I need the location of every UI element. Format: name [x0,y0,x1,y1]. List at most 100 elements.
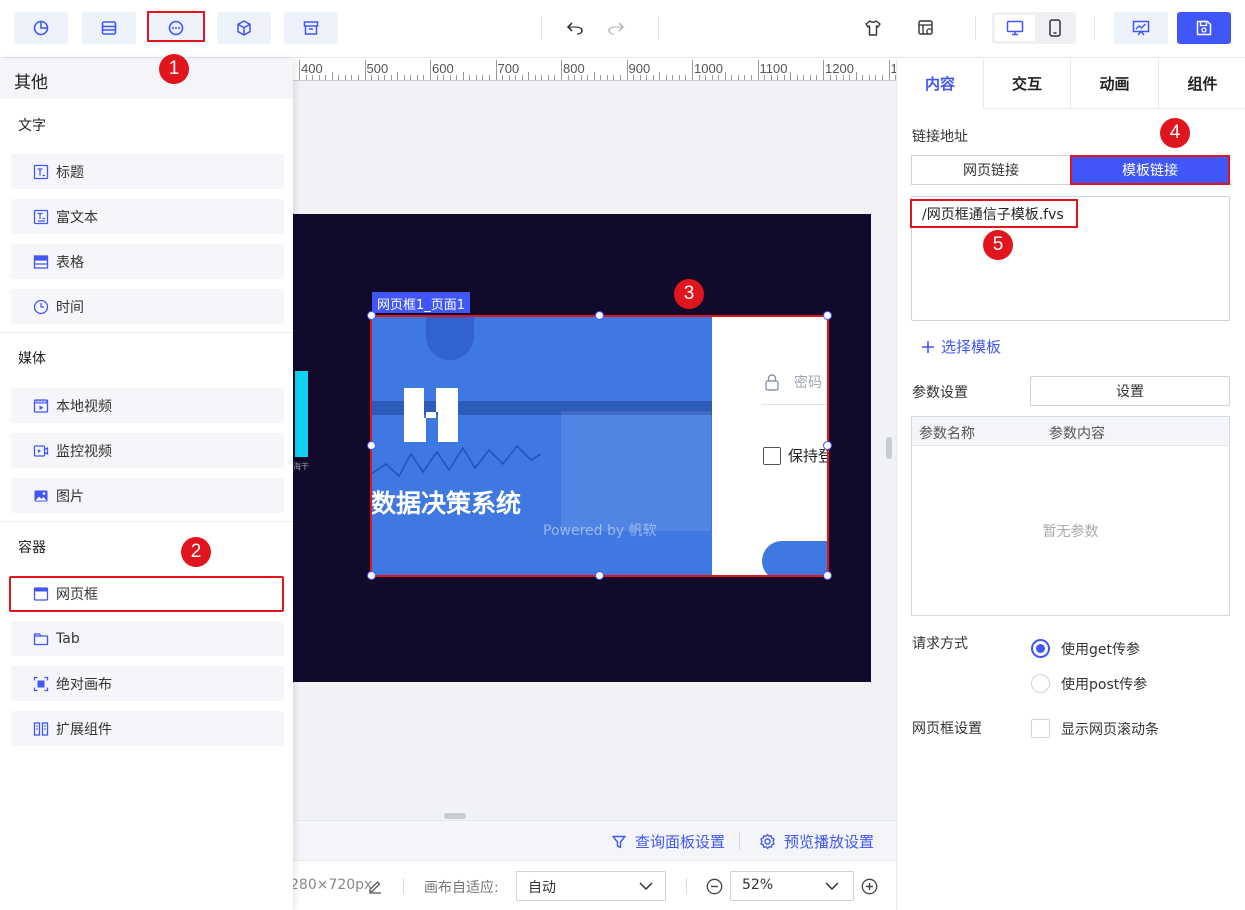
component-label: 表格 [56,254,84,271]
resize-handle[interactable] [823,441,832,450]
web-link-option[interactable]: 网页链接 [911,155,1071,185]
tab-animation[interactable]: 动画 [1070,59,1158,109]
ruler-tick [469,75,471,80]
section-title-media: 媒体 [18,351,46,367]
mobile-mode-button[interactable] [1038,15,1072,41]
component-table[interactable]: 表格 [11,244,284,279]
plus-icon [922,340,934,353]
annotation-box-other-button [147,11,205,42]
ruler-tick [384,75,386,80]
theme-button[interactable] [846,12,900,44]
annotation-badge-5: 5 [983,230,1013,260]
query-panel-settings-link[interactable]: 查询面板设置 [611,831,725,852]
redo-button[interactable] [589,12,643,44]
toolbar-divider [975,16,976,40]
ruler-tick [528,72,530,80]
resize-handle[interactable] [367,571,376,580]
ruler-tick [495,60,497,80]
component-absolute-canvas[interactable]: 绝对画布 [11,666,284,701]
ruler-tick [672,75,674,80]
component-local-video[interactable]: 本地视频 [11,388,284,423]
ruler-tick [403,75,405,80]
edit-size-button[interactable] [367,878,383,894]
component-time[interactable]: 时间 [11,289,284,324]
ruler-tick [475,75,477,80]
param-settings-button[interactable]: 设置 [1030,376,1230,406]
component-image[interactable]: 图片 [11,478,284,513]
ruler-tick [600,75,602,80]
component-webframe[interactable]: 网页框 [9,576,284,612]
ruler-tick [547,75,549,80]
zoom-in-button[interactable] [861,878,878,895]
chevron-down-icon [825,882,839,891]
ruler-tick [587,75,589,80]
ruler-tick [770,75,772,80]
save-button[interactable] [1177,12,1231,44]
archive-box-icon [303,21,319,35]
zoom-select[interactable]: 52% [730,871,854,901]
canvas-vertical-scrollbar[interactable] [886,437,892,459]
ruler-label: 800 [563,61,585,76]
preview-button[interactable] [1114,12,1168,44]
component-monitor-video[interactable]: 监控视频 [11,433,284,468]
preview-playback-settings-link[interactable]: 预览播放设置 [759,831,874,852]
ruler-tick [305,75,307,80]
ruler-tick [678,75,680,80]
fit-mode-select[interactable]: 自动 [516,871,666,901]
ruler-tick [377,75,379,80]
ruler-label: 700 [497,61,520,76]
component-rich-text[interactable]: 富文本 [11,199,284,234]
ruler-tick [809,75,811,80]
ruler-tick [783,75,785,80]
component-extension[interactable]: 扩展组件 [11,711,284,746]
tab-interaction[interactable]: 交互 [983,59,1070,109]
resize-handle[interactable] [823,311,832,320]
ruler-tick [757,60,759,80]
browser-window-icon [33,587,49,601]
template-path-textarea[interactable]: /网页框通信子模板.fvs [910,196,1230,321]
device-switch [992,12,1076,44]
template-link-option[interactable]: 模板链接 [1070,155,1230,185]
ruler-tick [397,72,399,80]
undo-icon [566,22,583,35]
choose-template-link[interactable]: 选择模板 [921,336,1001,357]
post-method-radio[interactable] [1031,674,1050,693]
resize-handle[interactable] [367,441,376,450]
component-tab[interactable]: Tab [11,621,284,656]
ruler-tick [502,75,504,80]
zoom-out-button[interactable] [706,878,723,895]
archive-components-button[interactable] [284,12,338,44]
get-method-radio[interactable] [1031,639,1050,658]
component-title[interactable]: 标题 [11,154,284,189]
ruler-tick [534,75,536,80]
ruler-tick [410,75,412,80]
ruler-tick [698,75,700,80]
canvas-horizontal-scrollbar[interactable] [444,813,466,819]
ruler-tick [606,75,608,80]
ruler-label: 1000 [694,61,723,76]
folder-tab-icon [33,632,49,645]
resize-handle[interactable] [595,571,604,580]
chart-components-button[interactable] [14,12,68,44]
desktop-mode-button[interactable] [995,15,1035,41]
table-components-button[interactable] [82,12,136,44]
save-icon [1196,20,1212,36]
ruler-tick [626,60,628,80]
resize-handle[interactable] [595,311,604,320]
3d-components-button[interactable] [217,12,271,44]
component-label: 时间 [56,299,84,316]
annotation-badge-2: 2 [181,537,211,567]
tab-component[interactable]: 组件 [1158,59,1245,109]
ruler-label: 500 [366,61,389,76]
tab-content[interactable]: 内容 [897,59,983,109]
resize-handle[interactable] [823,571,832,580]
show-scrollbar-checkbox[interactable] [1031,719,1050,738]
ruler-tick [685,75,687,80]
resize-handle[interactable] [367,311,376,320]
component-label: Tab [56,630,80,647]
template-settings-button[interactable] [899,12,953,44]
preview-playback-settings-label: 预览播放设置 [784,833,875,851]
gear-icon [760,833,775,850]
ruler-tick [338,75,340,80]
ruler-tick [371,75,373,80]
